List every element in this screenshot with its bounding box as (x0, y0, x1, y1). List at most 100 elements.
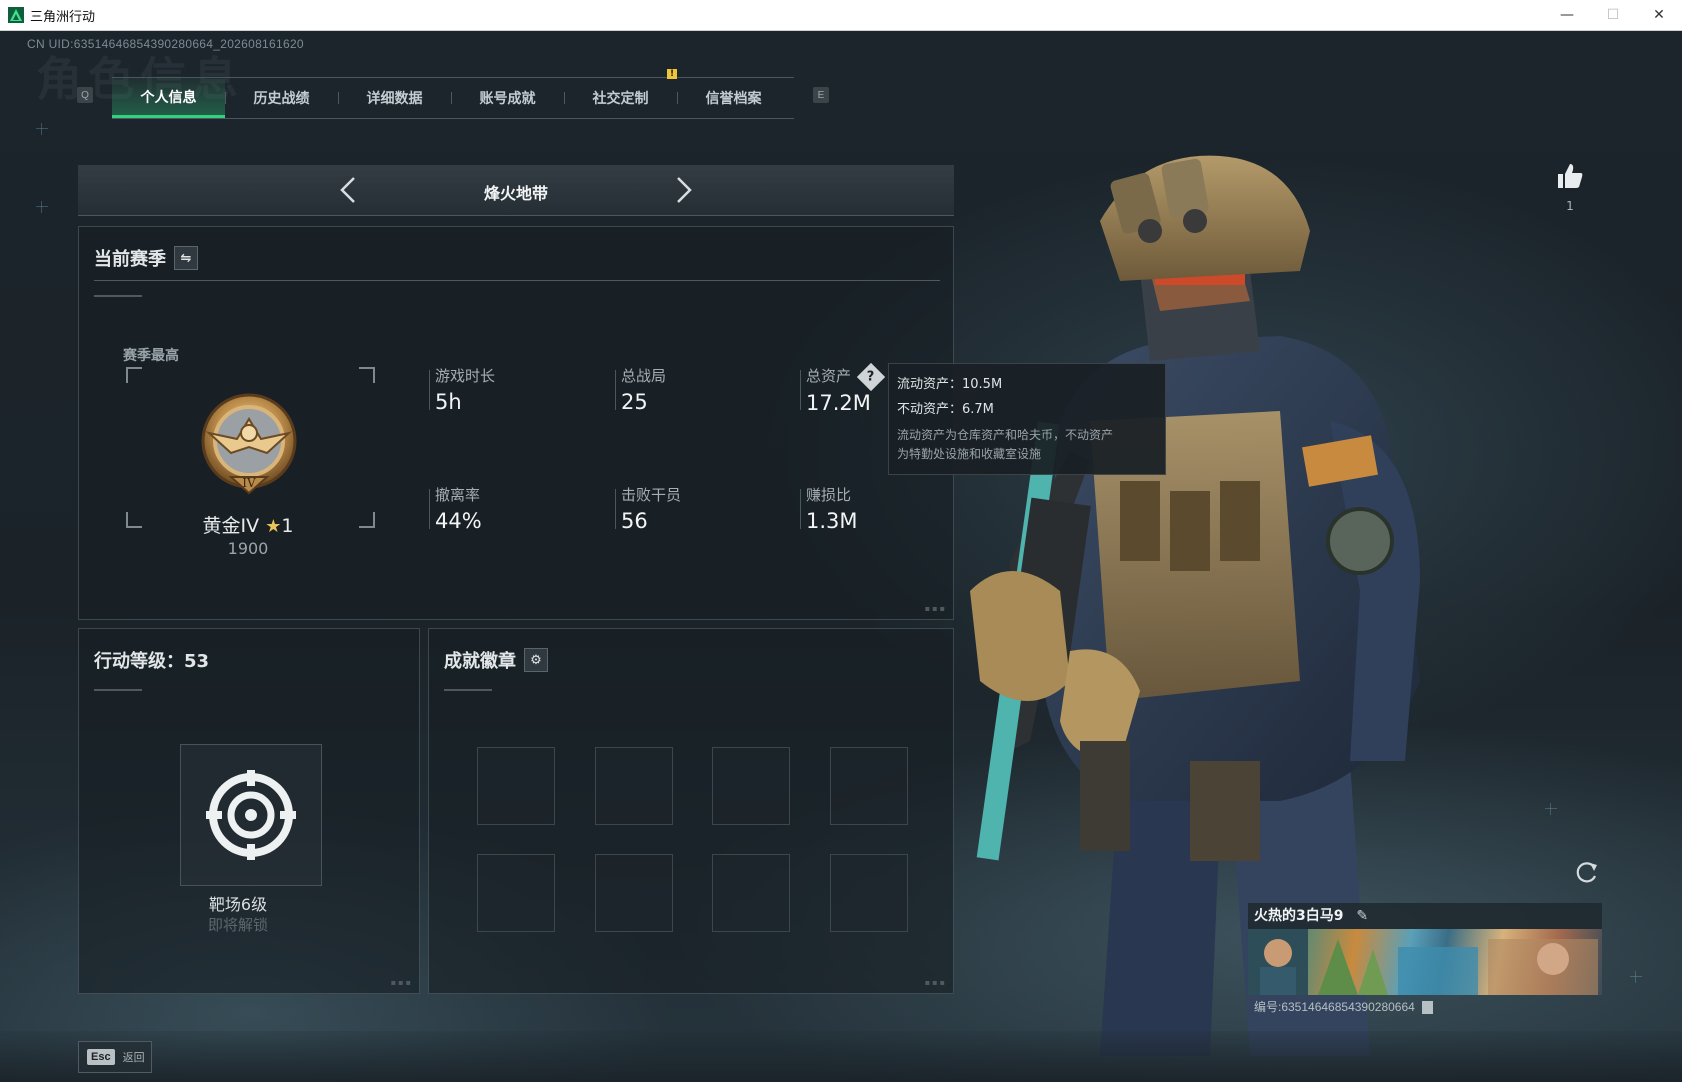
divider (429, 370, 430, 410)
frame-corner (359, 367, 375, 383)
stat-value: 25 (621, 390, 648, 414)
app-icon (8, 7, 24, 23)
frame-corner (126, 367, 142, 383)
stat-label: 游戏时长 (435, 367, 496, 385)
level-title: 行动等级：53 (94, 651, 210, 672)
back-button[interactable]: Esc 返回 (78, 1041, 152, 1073)
divider (615, 489, 616, 529)
badge-slot[interactable] (477, 854, 555, 932)
divider (94, 280, 940, 281)
divider (94, 295, 142, 297)
badges-title: 成就徽章 (444, 651, 516, 672)
gold-rank-emblem-icon: IV (201, 393, 297, 495)
assets-description-line: 流动资产为仓库资产和哈夫币，不动资产 (897, 428, 1114, 442)
refresh-icon[interactable] (1574, 859, 1600, 885)
fixed-assets: 不动资产：6.7M (897, 402, 994, 417)
hud-crosshair-decoration (36, 123, 48, 135)
stat-value: 56 (621, 509, 648, 533)
back-label: 返回 (122, 1051, 145, 1064)
chevron-right-icon[interactable] (672, 175, 696, 205)
tab-match-history[interactable]: 历史战绩 (225, 78, 338, 118)
assets-description: 流动资产为仓库资产和哈夫币，不动资产 为特勤处设施和收藏室设施 (897, 426, 1157, 464)
thumbs-up-icon[interactable] (1555, 161, 1585, 191)
stat-label-text: 总资产 (806, 367, 852, 385)
edit-icon[interactable]: ✎ (1356, 908, 1368, 924)
stat-value: 5h (435, 390, 462, 414)
target-icon (206, 770, 296, 860)
like-count: 1 (1566, 199, 1574, 213)
stat-value: 17.2M (806, 390, 871, 415)
tab-notice-badge: ! (667, 69, 677, 79)
divider (429, 489, 430, 529)
divider (444, 689, 492, 691)
badge-slot[interactable] (477, 747, 555, 825)
stat-value: 44% (435, 509, 482, 533)
stat-label: 赚损比 (806, 486, 852, 504)
star-icon: ★ (265, 516, 282, 537)
rank-score: 1900 (227, 539, 269, 558)
tab-social-customization[interactable]: 社交定制 (564, 78, 677, 118)
divider (800, 370, 801, 410)
player-name-row: 火热的3白马9 ✎ (1248, 903, 1602, 929)
tab-reputation-record[interactable]: 信誉档案 (677, 78, 790, 118)
prev-tab-key-hint[interactable]: Q (77, 87, 93, 103)
banner-artwork (1248, 929, 1598, 995)
copy-icon[interactable] (1422, 1001, 1434, 1015)
stat-play-time: 游戏时长 5h (435, 365, 495, 414)
close-button[interactable]: ✕ (1636, 0, 1682, 30)
player-card-banner (1248, 929, 1602, 995)
rank-tier: 黄金IV (202, 515, 260, 537)
badge-slot[interactable] (595, 854, 673, 932)
current-season-panel: 当前赛季 ⇋ 赛季最高 IV 黄金IV ★1 1900 游戏时长 5h 总战局 … (78, 226, 954, 620)
tab-account-achievements[interactable]: 账号成就 (451, 78, 564, 118)
tab-bar: 个人信息 历史战绩 详细数据 账号成就 社交定制 信誉档案 (112, 77, 794, 119)
next-tab-key-hint[interactable]: E (813, 87, 829, 103)
player-name: 火热的3白马9 (1254, 908, 1344, 924)
maximize-button[interactable]: ☐ (1590, 0, 1636, 30)
bottom-bar (0, 1031, 1682, 1082)
badge-slot[interactable] (712, 854, 790, 932)
mode-title: 烽火地带 (483, 184, 548, 203)
divider (615, 370, 616, 410)
swap-icon[interactable]: ⇋ (174, 246, 198, 270)
uid-text: CN UID:63514646854390280664_202608161620 (27, 37, 304, 51)
stat-label: 总战局 (621, 367, 667, 385)
minimize-button[interactable]: — (1544, 0, 1590, 30)
hud-crosshair-decoration (1545, 803, 1557, 815)
window-title: 三角洲行动 (30, 8, 96, 24)
badge-slot[interactable] (712, 747, 790, 825)
player-id: 编号:63514646854390280664 (1254, 998, 1434, 1015)
panel-title: 当前赛季 ⇋ (94, 245, 198, 271)
panel-corner-decoration: ▪▪▪ (924, 604, 947, 613)
mode-selector: 烽火地带 (78, 165, 954, 216)
esc-key-hint: Esc (87, 1049, 115, 1065)
rank-name: 黄金IV ★1 (123, 511, 373, 538)
stat-label: 撤离率 (435, 486, 481, 504)
stat-label: 总资产? (806, 362, 886, 391)
player-card[interactable]: 火热的3白马9 ✎ 编号:63514646854390280664 (1248, 903, 1602, 1015)
assets-description-line: 为特勤处设施和收藏室设施 (897, 447, 1042, 461)
rank-numeral: IV (242, 476, 256, 490)
badge-slot[interactable] (830, 854, 908, 932)
divider (94, 689, 142, 691)
stat-operators-defeated: 击败干员 56 (621, 484, 681, 533)
action-level-panel: 行动等级：53 靶场6级 即将解锁 ▪▪▪ (78, 628, 420, 994)
gear-icon[interactable]: ⚙ (524, 648, 548, 672)
rank-stars: 1 (281, 515, 294, 537)
season-best-label: 赛季最高 (123, 348, 179, 364)
achievement-badges-panel: 成就徽章 ⚙ ▪▪▪ (428, 628, 954, 994)
stat-total-assets: 总资产? 17.2M (806, 362, 886, 415)
badge-slot[interactable] (595, 747, 673, 825)
tab-personal-info[interactable]: 个人信息 (112, 78, 225, 118)
help-icon[interactable]: ? (856, 362, 886, 391)
liquid-assets: 流动资产：10.5M (897, 377, 1003, 392)
window-titlebar: 三角洲行动 — ☐ ✕ (0, 0, 1682, 31)
stat-total-matches: 总战局 25 (621, 365, 666, 414)
stat-extraction-rate: 撤离率 44% (435, 484, 482, 533)
tab-detailed-data[interactable]: 详细数据 (338, 78, 451, 118)
badge-slot[interactable] (830, 747, 908, 825)
shooting-range-slot[interactable] (180, 744, 322, 886)
stat-value: 1.3M (806, 509, 858, 533)
player-id-text: 编号:63514646854390280664 (1254, 1000, 1415, 1014)
panel-title: 成就徽章 ⚙ (444, 647, 548, 673)
